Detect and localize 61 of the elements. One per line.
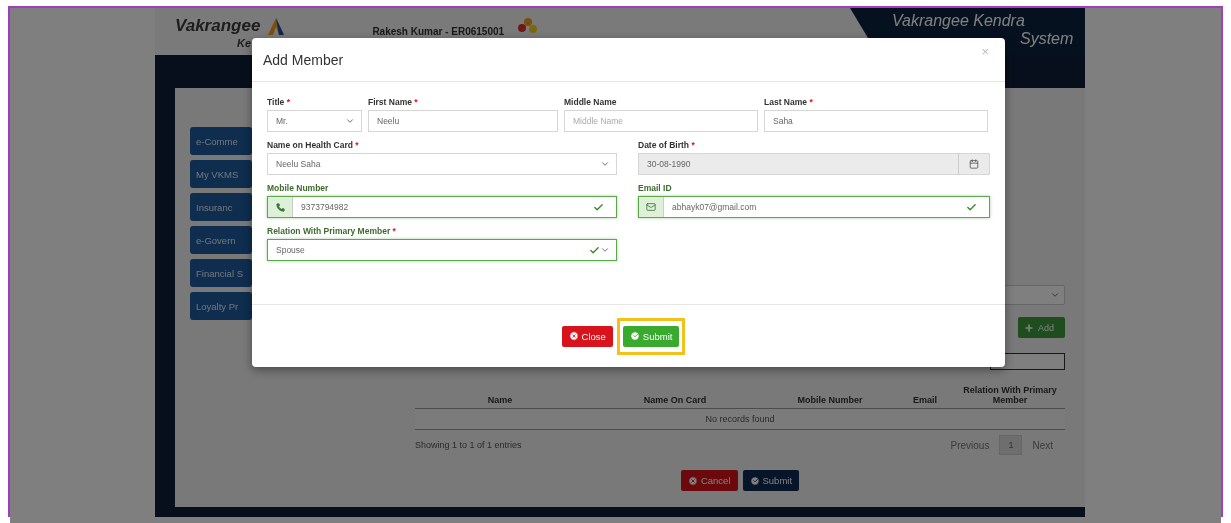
- close-icon: [687, 475, 698, 486]
- sidebar-item[interactable]: e-Govern: [190, 226, 252, 254]
- sidebar-item[interactable]: Insuranc: [190, 193, 252, 221]
- phone-icon: [275, 202, 285, 212]
- text-input[interactable]: abhayk07@gmail.com: [664, 202, 966, 212]
- logo-subtext: Ke: [237, 37, 253, 49]
- star-logo-icon: [518, 16, 539, 35]
- mail-icon: [646, 202, 656, 212]
- entries-info: Showing 1 to 1 of 1 entries: [415, 440, 522, 450]
- chevron-down-icon: [1050, 290, 1060, 300]
- field-label: Mobile Number: [267, 183, 330, 193]
- sidebar-item[interactable]: Loyalty Pr: [190, 292, 252, 320]
- empty-message: No records found: [705, 414, 775, 424]
- check-icon: [966, 201, 977, 213]
- close-icon: [568, 331, 579, 341]
- modal-title: Add Member: [263, 51, 344, 68]
- input-field[interactable]: Saha: [764, 110, 988, 132]
- chevron-down-icon: [600, 245, 610, 255]
- text-input[interactable]: Neelu Saha: [268, 159, 600, 169]
- text-input[interactable]: Saha: [765, 116, 987, 126]
- text-input[interactable]: 9373794982: [293, 202, 593, 212]
- field-label: Name on Health Card *: [267, 140, 360, 150]
- select-field[interactable]: Neelu Saha: [267, 153, 617, 175]
- column-header: Mobile Number: [796, 395, 864, 405]
- column-header: Email: [912, 395, 938, 405]
- field-label: Relation With Primary Member *: [267, 226, 397, 236]
- field-label: Title *: [267, 97, 291, 107]
- select-field[interactable]: Spouse: [267, 239, 617, 261]
- logo-mark-icon: [266, 16, 287, 35]
- calendar-icon: [969, 159, 979, 169]
- field-label: Middle Name: [564, 97, 618, 107]
- select-field[interactable]: Mr.: [267, 110, 362, 132]
- chevron-down-icon: [345, 116, 355, 126]
- input-field[interactable]: abhayk07@gmail.com: [638, 196, 990, 218]
- field-label: Email ID: [638, 183, 673, 193]
- text-input[interactable]: Spouse: [268, 245, 589, 255]
- input-field[interactable]: Neelu: [368, 110, 558, 132]
- text-input[interactable]: Middle Name: [565, 116, 757, 126]
- submit-button[interactable]: Submit: [742, 470, 800, 491]
- sidebar-item[interactable]: Financial S: [190, 259, 252, 287]
- input-field[interactable]: Middle Name: [564, 110, 758, 132]
- logo-text: Vakrangee: [175, 15, 261, 36]
- chevron-down-icon: [600, 159, 610, 169]
- column-header: Name On Card: [642, 395, 708, 405]
- check-icon: [589, 244, 600, 256]
- field-label: Date of Birth *: [638, 140, 696, 150]
- sidebar-item[interactable]: e-Comme: [190, 127, 252, 155]
- column-header: Relation With Primary Member: [962, 385, 1058, 405]
- submit-button[interactable]: Submit: [622, 325, 680, 347]
- sidebar-item[interactable]: My VKMS: [190, 160, 252, 188]
- plus-icon: [1024, 322, 1034, 333]
- field-label: Last Name *: [764, 97, 814, 107]
- close-button[interactable]: Close: [561, 325, 613, 347]
- text-input[interactable]: Neelu: [369, 116, 557, 126]
- text-input[interactable]: Mr.: [268, 116, 345, 126]
- column-header: Name: [486, 395, 514, 405]
- input-field[interactable]: 9373794982: [267, 196, 617, 218]
- check-icon: [593, 201, 604, 213]
- cancel-button[interactable]: Cancel: [680, 470, 738, 491]
- field-label: First Name *: [368, 97, 419, 107]
- user-name: Rakesh Kumar - ER0615001: [372, 26, 505, 37]
